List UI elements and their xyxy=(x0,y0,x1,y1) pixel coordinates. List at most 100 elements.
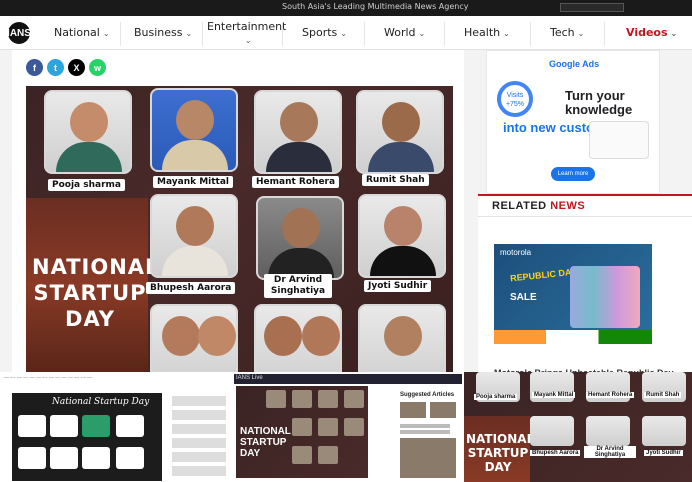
mini-photo xyxy=(318,418,338,436)
chevron-down-icon: ⌄ xyxy=(670,29,678,38)
list-item xyxy=(172,466,226,476)
article: f t X w NATIONAL STARTUP DAY Pooja sharm… xyxy=(12,50,464,372)
company-logo xyxy=(50,415,78,437)
mini-photo xyxy=(530,416,574,446)
company-logo xyxy=(116,447,144,469)
company-logo xyxy=(82,447,110,469)
mini-photo xyxy=(586,416,630,446)
company-logo xyxy=(18,447,46,469)
person-name: Jyoti Sudhir xyxy=(364,280,432,292)
hero-title: NATIONAL STARTUP DAY xyxy=(32,255,160,331)
chevron-down-icon: ⌄ xyxy=(102,29,110,38)
person-photo xyxy=(150,304,238,372)
phones-image xyxy=(570,266,640,328)
related-news-title: RELATED NEWS xyxy=(492,200,586,212)
company-logo xyxy=(18,415,46,437)
mini-photo xyxy=(266,390,286,408)
person-photo xyxy=(254,304,342,372)
mini-photo xyxy=(318,390,338,408)
ad-chart-card xyxy=(589,121,649,159)
nav-separator xyxy=(530,22,531,46)
nav-item-sports[interactable]: Sports ⌄ xyxy=(302,26,347,39)
person-name: Mayank Mittal xyxy=(153,176,234,188)
sidebar: Google Ads Visits +75% Turn your knowled… xyxy=(478,50,692,378)
visits-badge: Visits +75% xyxy=(497,81,533,117)
person-photo xyxy=(356,90,444,174)
panel-title: National Startup Day xyxy=(52,397,150,407)
person-photo xyxy=(358,194,446,278)
tagline: South Asia's Leading Multimedia News Age… xyxy=(282,2,469,11)
list-item xyxy=(172,396,226,406)
nav-separator xyxy=(282,22,283,46)
person-photo xyxy=(44,90,132,174)
ad-brand: Google Ads xyxy=(549,59,600,69)
breadcrumb: — — — — — — — — — — — — — — xyxy=(4,375,93,381)
mini-photo xyxy=(344,418,364,436)
person-name: Mayank Mittal xyxy=(532,392,576,398)
ad-cta-button[interactable]: Learn more xyxy=(551,167,595,181)
mini-hero: NATIONAL STARTUP DAY xyxy=(236,386,368,478)
nav-separator xyxy=(444,22,445,46)
ad-headline: Turn your knowledge xyxy=(565,88,633,117)
mini-header: IANS Live xyxy=(234,374,462,384)
x-icon[interactable]: X xyxy=(68,59,85,76)
motorola-logo: motorola xyxy=(500,248,532,257)
nav-item-videos[interactable]: Videos ⌄ xyxy=(626,26,677,39)
share-buttons: f t X w xyxy=(26,59,106,76)
nav-separator xyxy=(120,22,121,46)
main-nav: IANS National ⌄ Business ⌄ Entertainment ⌄ … xyxy=(0,16,692,50)
advertisement[interactable]: Google Ads Visits +75% Turn your knowled… xyxy=(486,50,660,194)
suggested-thumb xyxy=(430,402,456,418)
suggested-line xyxy=(400,424,450,428)
promo-event: REPUBLIC DAY xyxy=(509,266,578,284)
nav-item-business[interactable]: Business ⌄ xyxy=(134,26,192,39)
company-logo xyxy=(82,415,110,437)
mini-photo xyxy=(292,390,312,408)
list-item xyxy=(172,410,226,420)
list-item xyxy=(172,438,226,448)
nav-separator xyxy=(364,22,365,46)
person-name: Pooja sharma xyxy=(48,179,125,191)
person-name: Pooja sharma xyxy=(474,394,518,400)
thumbnail-2[interactable]: IANS Live NATIONAL STARTUP DAY Suggested… xyxy=(232,372,464,482)
person-name: Hemant Rohera xyxy=(252,176,340,188)
whatsapp-icon[interactable]: w xyxy=(89,59,106,76)
person-photo xyxy=(254,90,342,174)
mini-photo xyxy=(292,418,312,436)
chevron-down-icon: ⌄ xyxy=(418,29,426,38)
related-news: RELATED NEWS motorola REPUBLIC DAY SALE … xyxy=(478,194,692,378)
article-hero-image: NATIONAL STARTUP DAY Pooja sharma Mayank… xyxy=(26,86,453,372)
related-news-image[interactable]: motorola REPUBLIC DAY SALE xyxy=(494,244,652,344)
nav-item-entertainment[interactable]: Entertainment ⌄ xyxy=(207,20,286,46)
person-name: Hemant Rohera xyxy=(586,392,635,398)
nav-item-health[interactable]: Health ⌄ xyxy=(464,26,510,39)
promo-sale: SALE xyxy=(510,292,537,303)
thumbnail-3[interactable]: NATIONAL STARTUP DAY Pooja sharma Mayank… xyxy=(464,372,692,482)
person-name: Bhupesh Aarora xyxy=(530,450,581,456)
person-name: Bhupesh Aarora xyxy=(146,282,236,294)
company-logo xyxy=(50,447,78,469)
mini-photo xyxy=(318,446,338,464)
facebook-icon[interactable]: f xyxy=(26,59,43,76)
chevron-down-icon: ⌄ xyxy=(577,29,585,38)
nav-item-tech[interactable]: Tech ⌄ xyxy=(550,26,584,39)
mini-photo xyxy=(292,446,312,464)
site-logo[interactable]: IANS xyxy=(7,22,31,44)
nav-item-world[interactable]: World ⌄ xyxy=(384,26,425,39)
person-name: Jyoti Sudhir xyxy=(644,450,683,456)
person-photo xyxy=(256,196,344,280)
thumbnail-1[interactable]: — — — — — — — — — — — — — — National Sta… xyxy=(0,372,232,482)
list-item xyxy=(172,424,226,434)
nav-separator xyxy=(604,22,605,46)
chevron-down-icon: ⌄ xyxy=(185,29,193,38)
chevron-down-icon: ⌄ xyxy=(244,36,252,45)
chevron-down-icon: ⌄ xyxy=(340,29,347,38)
person-name: Rumit Shah xyxy=(362,174,429,186)
mini-photo xyxy=(344,390,364,408)
chevron-down-icon: ⌄ xyxy=(503,29,510,38)
telegram-icon[interactable]: t xyxy=(47,59,64,76)
mini-photo xyxy=(642,416,686,446)
nav-separator xyxy=(202,22,203,46)
person-photo xyxy=(358,304,446,372)
nav-item-national[interactable]: National ⌄ xyxy=(54,26,110,39)
